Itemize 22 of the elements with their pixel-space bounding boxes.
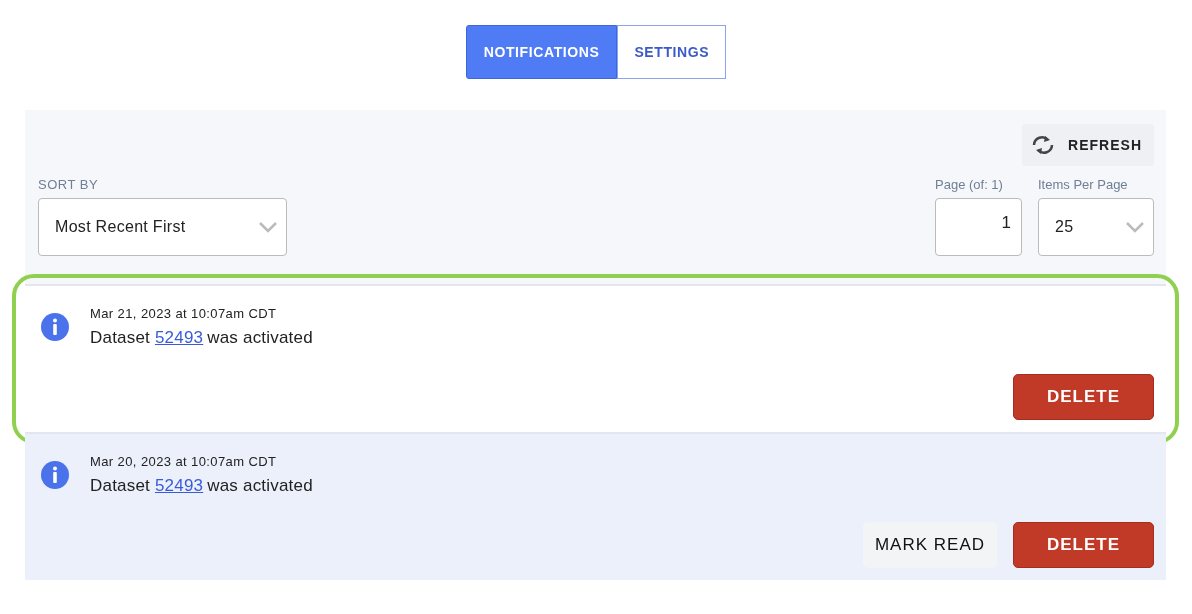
info-icon <box>40 460 70 490</box>
sort-dropdown[interactable]: Most Recent First <box>38 198 287 256</box>
notification-message: Dataset 52493 was activated <box>90 476 313 496</box>
mark-read-button[interactable]: MARK READ <box>862 522 997 568</box>
page-label: Page (of: 1) <box>935 177 1004 192</box>
delete-button[interactable]: DELETE <box>1013 522 1154 568</box>
page-field[interactable]: 1 <box>935 198 1022 256</box>
dataset-link[interactable]: 52493 <box>154 476 208 495</box>
timestamp: Mar 21, 2023 at 10:07am CDT <box>90 306 278 321</box>
delete-button[interactable]: DELETE <box>1013 374 1154 420</box>
tab[interactable]: NOTIFICATIONS <box>465 25 618 79</box>
tab[interactable]: SETTINGS <box>617 25 727 79</box>
info-icon <box>40 312 70 342</box>
chevron-down-icon <box>1125 221 1145 233</box>
items-per-page-dropdown[interactable]: 25 <box>1038 198 1154 256</box>
sort-label: SORT BY <box>38 177 100 192</box>
chevron-down-icon <box>258 221 278 233</box>
dataset-link[interactable]: 52493 <box>154 328 208 347</box>
notification-message: Dataset 52493 was activated <box>90 328 313 348</box>
items-per-page-label: Items Per Page <box>1038 177 1129 192</box>
timestamp: Mar 20, 2023 at 10:07am CDT <box>90 454 278 469</box>
refresh-button[interactable]: REFRESH <box>1022 124 1154 166</box>
